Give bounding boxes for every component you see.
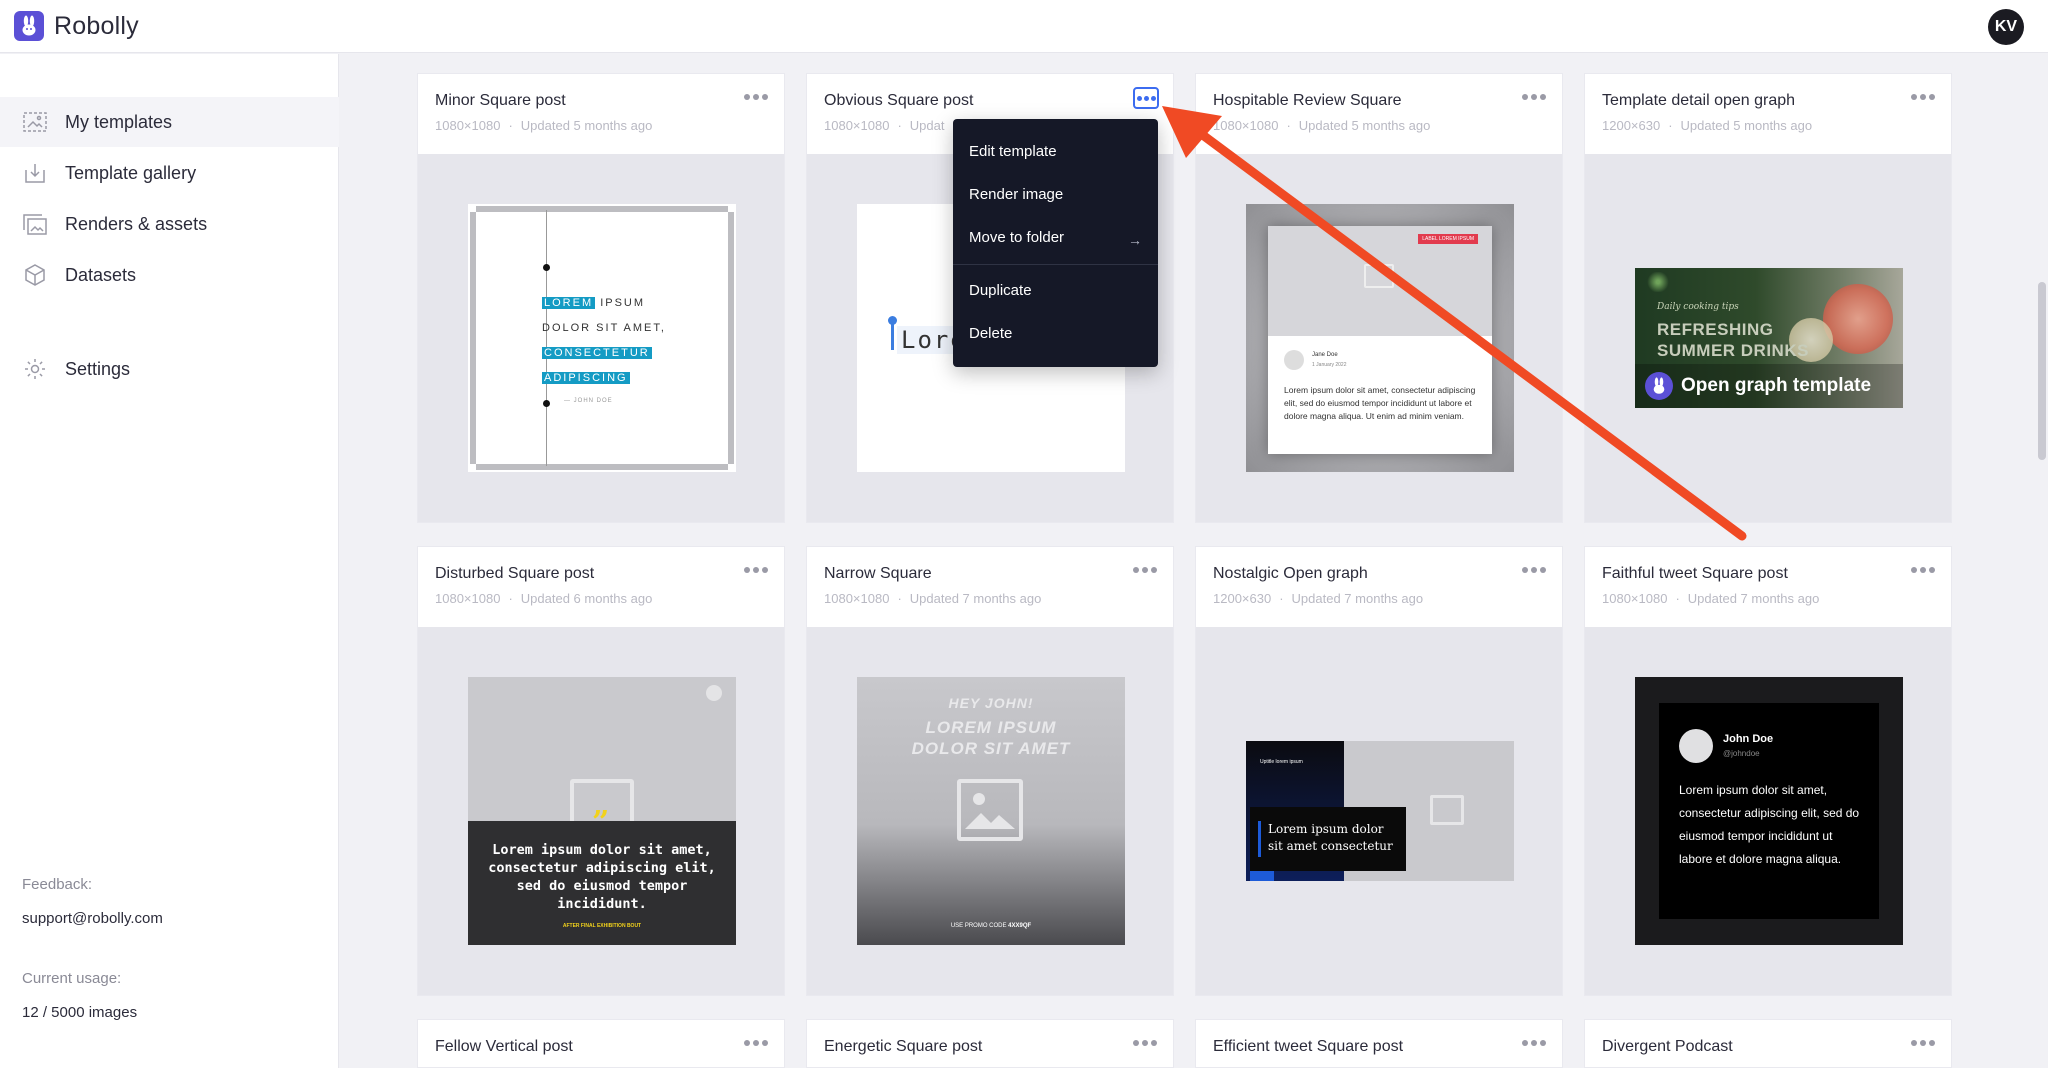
template-meta: 1080×1080 · Updated 5 months ago — [1213, 118, 1431, 133]
template-preview[interactable]: LOREM IPSUM DOLOR SIT AMET, CONSECTETUR … — [418, 154, 784, 522]
arrow-right-icon: → — [1128, 232, 1142, 248]
template-meta: 1080×1080 · Updated 7 months ago — [824, 591, 1042, 606]
app-logo[interactable]: Robolly — [14, 11, 139, 41]
template-preview[interactable]: ” Lorem ipsum dolor sit amet, consectetu… — [418, 627, 784, 995]
more-options-button[interactable] — [1522, 90, 1546, 104]
top-bar: Robolly KV — [0, 0, 2048, 53]
menu-item-edit-template[interactable]: Edit template — [969, 143, 1057, 160]
template-preview[interactable]: John Doe @johndoe Lorem ipsum dolor sit … — [1585, 627, 1951, 995]
template-thumbnail: LOREM IPSUM DOLOR SIT AMET, CONSECTETUR … — [468, 204, 736, 472]
template-thumbnail: ” Lorem ipsum dolor sit amet, consectetu… — [468, 677, 736, 945]
more-options-button[interactable] — [1133, 1036, 1157, 1050]
more-options-button[interactable] — [1522, 563, 1546, 577]
menu-item-delete[interactable]: Delete — [969, 325, 1012, 342]
more-options-button[interactable] — [744, 90, 768, 104]
menu-divider — [953, 264, 1158, 265]
sidebar-item-label: Settings — [65, 358, 131, 379]
template-thumbnail: Daily cooking tips REFRESHING SUMMER DRI… — [1635, 268, 1903, 408]
gear-icon — [22, 356, 48, 382]
template-title: Nostalgic Open graph — [1213, 565, 1368, 582]
image-placeholder-icon — [957, 779, 1023, 841]
template-meta: 1080×1080 · Updated 7 months ago — [1602, 591, 1820, 606]
user-avatar[interactable]: KV — [1988, 9, 2024, 45]
image-placeholder-icon — [1430, 795, 1464, 825]
download-tray-icon — [22, 160, 48, 186]
more-options-button[interactable] — [744, 563, 768, 577]
menu-item-move-to-folder[interactable]: Move to folder — [969, 229, 1064, 246]
template-card[interactable]: Template detail open graph 1200×630 · Upda… — [1584, 73, 1952, 523]
rabbit-logo-icon — [14, 11, 44, 41]
cube-icon — [22, 262, 48, 288]
menu-item-render-image[interactable]: Render image — [969, 186, 1063, 203]
image-gallery-icon — [22, 109, 48, 135]
more-options-button[interactable] — [1911, 90, 1935, 104]
template-thumbnail: HEY JOHN! LOREM IPSUM DOLOR SIT AMET USE… — [857, 677, 1125, 945]
images-stack-icon — [22, 211, 48, 237]
sidebar-item-template-gallery[interactable]: Template gallery — [0, 148, 339, 198]
more-options-button[interactable] — [1911, 563, 1935, 577]
template-title: Disturbed Square post — [435, 565, 595, 582]
sidebar-item-label: My templates — [65, 111, 173, 132]
template-card[interactable]: Faithful tweet Square post 1080×1080 · Upd… — [1584, 546, 1952, 996]
template-title: Minor Square post — [435, 92, 566, 109]
sidebar-item-settings[interactable]: Settings — [0, 344, 339, 394]
sidebar-item-renders-assets[interactable]: Renders & assets — [0, 199, 339, 249]
template-thumbnail: John Doe @johndoe Lorem ipsum dolor sit … — [1635, 677, 1903, 945]
sidebar-item-my-templates[interactable]: My templates — [0, 97, 339, 147]
template-title: Divergent Podcast — [1602, 1038, 1733, 1055]
menu-item-duplicate[interactable]: Duplicate — [969, 282, 1032, 299]
template-title: Fellow Vertical post — [435, 1038, 573, 1055]
template-card[interactable]: Fellow Vertical post — [417, 1019, 785, 1068]
template-card[interactable]: Efficient tweet Square post — [1195, 1019, 1563, 1068]
template-card[interactable]: Hospitable Review Square 1080×1080 · Updat… — [1195, 73, 1563, 523]
context-menu: Edit template Render image Move to folde… — [953, 119, 1158, 367]
template-title: Obvious Square post — [824, 92, 974, 109]
usage-label: Current usage: — [22, 970, 122, 987]
template-meta: 1200×630 · Updated 7 months ago — [1213, 591, 1424, 606]
rabbit-logo-icon — [1645, 372, 1673, 400]
more-options-button[interactable] — [744, 1036, 768, 1050]
feedback-label: Feedback: — [22, 876, 93, 893]
scrollbar-track[interactable] — [2036, 54, 2048, 1068]
template-card[interactable]: Minor Square post 1080×1080 · Updated 5 mo… — [417, 73, 785, 523]
scrollbar-thumb[interactable] — [2038, 282, 2046, 460]
template-preview[interactable]: LABEL LOREM IPSUM Jane Doe 1 January 202… — [1196, 154, 1562, 522]
template-card[interactable]: Divergent Podcast — [1584, 1019, 1952, 1068]
template-card[interactable]: Nostalgic Open graph 1200×630 · Updated 7 … — [1195, 546, 1563, 996]
app-name: Robolly — [54, 11, 139, 40]
template-title: Energetic Square post — [824, 1038, 983, 1055]
more-options-button[interactable] — [1522, 1036, 1546, 1050]
more-options-button[interactable] — [1133, 563, 1157, 577]
template-title: Template detail open graph — [1602, 92, 1796, 109]
template-thumbnail: Uptitle lorem ipsum Lorem ipsum dolor si… — [1246, 741, 1514, 881]
template-title: Hospitable Review Square — [1213, 92, 1402, 109]
template-meta: 1080×1080 · Updated 6 months ago — [435, 591, 653, 606]
template-meta: 1080×1080 · Updat — [824, 118, 945, 133]
sidebar-item-label: Template gallery — [65, 162, 197, 183]
template-meta: 1080×1080 · Updated 5 months ago — [435, 118, 653, 133]
template-card[interactable]: Energetic Square post — [806, 1019, 1174, 1068]
more-options-button[interactable] — [1133, 87, 1159, 109]
sidebar-item-label: Datasets — [65, 264, 137, 285]
template-card[interactable]: Narrow Square 1080×1080 · Updated 7 months… — [806, 546, 1174, 996]
template-title: Faithful tweet Square post — [1602, 565, 1788, 582]
sidebar-item-datasets[interactable]: Datasets — [0, 250, 339, 300]
template-meta: 1200×630 · Updated 5 months ago — [1602, 118, 1813, 133]
template-title: Narrow Square — [824, 565, 932, 582]
support-email-link[interactable]: support@robolly.com — [22, 910, 163, 927]
more-options-button[interactable] — [1911, 1036, 1935, 1050]
template-thumbnail: LABEL LOREM IPSUM Jane Doe 1 January 202… — [1246, 204, 1514, 472]
template-card[interactable]: Disturbed Square post 1080×1080 · Updated … — [417, 546, 785, 996]
sidebar: My templates Template gallery Renders & … — [0, 54, 339, 1068]
template-preview[interactable]: Uptitle lorem ipsum Lorem ipsum dolor si… — [1196, 627, 1562, 995]
usage-value: 12 / 5000 images — [22, 1004, 138, 1021]
template-preview[interactable]: HEY JOHN! LOREM IPSUM DOLOR SIT AMET USE… — [807, 627, 1173, 995]
template-title: Efficient tweet Square post — [1213, 1038, 1404, 1055]
sidebar-item-label: Renders & assets — [65, 213, 208, 234]
template-preview[interactable]: Daily cooking tips REFRESHING SUMMER DRI… — [1585, 154, 1951, 522]
